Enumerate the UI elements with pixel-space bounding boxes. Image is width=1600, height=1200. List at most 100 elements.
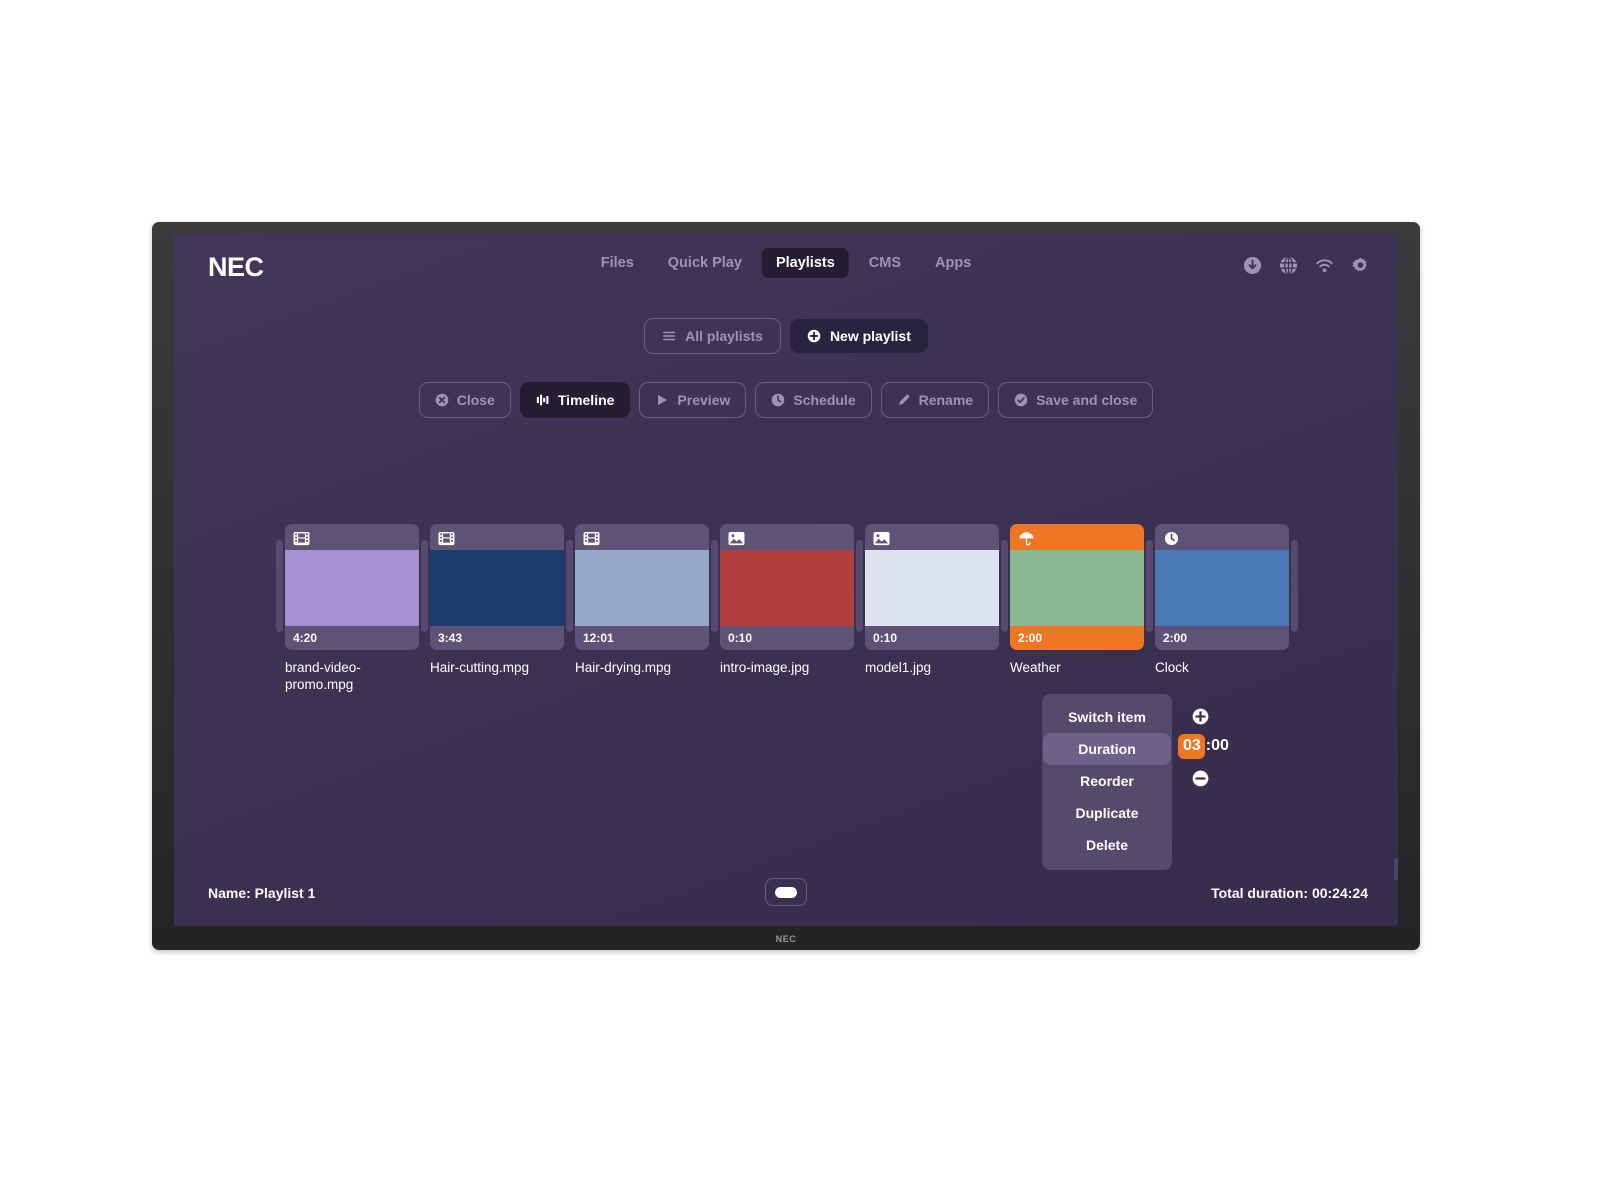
ctx-duplicate[interactable]: Duplicate [1043, 797, 1171, 829]
timeline-item-label: Hair-cutting.mpg [430, 660, 530, 675]
item-context-menu: Switch item Duration Reorder Duplicate D… [1042, 694, 1172, 870]
nav-item-quick-play[interactable]: Quick Play [654, 248, 756, 278]
duration-minutes-seconds: :00 [1205, 736, 1229, 754]
duration-hours[interactable]: 03 [1178, 733, 1205, 759]
timeline-drag-handle[interactable] [711, 540, 718, 632]
playlist-timeline: 4:20 brand-video-promo.mpg 3:43 Hair-cuttin… [276, 524, 1298, 693]
plus-circle-icon[interactable] [1192, 708, 1209, 725]
pencil-icon [898, 394, 910, 405]
film-icon [438, 531, 455, 546]
timeline-item-card[interactable]: 12:01 [575, 524, 709, 650]
timeline-item-label: model1.jpg [865, 660, 932, 675]
timeline-drag-handle[interactable] [276, 540, 283, 632]
nec-logo: NEC [208, 252, 264, 282]
hamburger-icon [663, 331, 676, 341]
timeline-item-label: Clock [1155, 660, 1189, 675]
timeline-item[interactable]: 4:20 brand-video-promo.mpg [285, 524, 419, 693]
timeline-button[interactable]: Timeline [519, 382, 631, 418]
timeline-item-card[interactable]: 4:20 [285, 524, 419, 650]
schedule-button[interactable]: Schedule [755, 382, 872, 418]
close-button[interactable]: Close [418, 382, 511, 418]
close-circle-icon [435, 393, 449, 407]
rename-label: Rename [918, 392, 974, 408]
timeline-item-card[interactable]: 0:10 [865, 524, 999, 650]
nav-item-playlists[interactable]: Playlists [761, 248, 849, 278]
timeline-item[interactable]: 3:43 Hair-cutting.mpg [430, 524, 564, 676]
timeline-icon [536, 394, 549, 406]
umbrella-icon [1018, 531, 1035, 546]
new-playlist-label: New playlist [829, 328, 911, 344]
timeline-item[interactable]: 2:00 Weather [1010, 524, 1144, 676]
timeline-item-duration: 12:01 [583, 631, 614, 645]
download-icon[interactable] [1243, 256, 1262, 275]
rename-button[interactable]: Rename [880, 382, 990, 418]
timeline-drag-handle[interactable] [1291, 540, 1298, 632]
pill-core-icon [775, 886, 797, 898]
preview-label: Preview [677, 392, 731, 408]
save-and-close-label: Save and close [1036, 392, 1138, 408]
timeline-item[interactable]: 2:00 Clock [1155, 524, 1289, 676]
timeline-item-label: intro-image.jpg [720, 660, 810, 675]
timeline-item-thumbnail [285, 550, 419, 626]
nav-item-files[interactable]: Files [587, 248, 648, 278]
timeline-label: Timeline [557, 392, 615, 408]
nec-display-chassis: NEC Files Quick Play Playlists CMS Apps [152, 222, 1420, 950]
timeline-item-label: Weather [1010, 660, 1061, 675]
status-icons [1243, 256, 1370, 275]
clock-icon [772, 393, 785, 407]
minus-circle-icon[interactable] [1192, 770, 1209, 787]
duration-value[interactable]: 03:00 [1178, 733, 1233, 759]
timeline-item[interactable]: 0:10 model1.jpg [865, 524, 999, 676]
top-navigation-bar: NEC Files Quick Play Playlists CMS Apps [174, 234, 1398, 296]
save-and-close-button[interactable]: Save and close [998, 382, 1154, 418]
check-circle-icon [1014, 393, 1028, 407]
timeline-item-thumbnail [865, 550, 999, 626]
nav-item-apps[interactable]: Apps [921, 248, 985, 278]
timeline-drag-handle[interactable] [1001, 540, 1008, 632]
film-icon [293, 531, 310, 546]
timeline-drag-handle[interactable] [1146, 540, 1153, 632]
all-playlists-button[interactable]: All playlists [644, 318, 781, 354]
timeline-drag-handle[interactable] [566, 540, 573, 632]
home-pill-button[interactable] [765, 878, 807, 906]
timeline-item-thumbnail [720, 550, 854, 626]
screenshot-root: NEC Files Quick Play Playlists CMS Apps [0, 0, 1600, 1200]
timeline-item[interactable]: 0:10 intro-image.jpg [720, 524, 854, 676]
timeline-item-duration: 0:10 [873, 631, 898, 645]
timeline-item-card[interactable]: 3:43 [430, 524, 564, 650]
timeline-item-duration: 2:00 [1163, 631, 1188, 645]
plus-circle-icon [807, 329, 821, 343]
timeline-item[interactable]: 12:01 Hair-drying.mpg [575, 524, 709, 676]
timeline-drag-handle[interactable] [421, 540, 428, 632]
display-screen: NEC Files Quick Play Playlists CMS Apps [174, 234, 1398, 926]
gear-icon[interactable] [1351, 256, 1370, 275]
power-led-indicator [1394, 858, 1398, 880]
ctx-duration[interactable]: Duration [1043, 733, 1171, 765]
timeline-item-label: Hair-drying.mpg [575, 660, 672, 675]
timeline-item-thumbnail [1010, 550, 1144, 626]
bezel-nec-logo: NEC [775, 934, 797, 944]
wifi-icon[interactable] [1315, 256, 1334, 275]
timeline-item-duration: 3:43 [438, 631, 463, 645]
main-nav: Files Quick Play Playlists CMS Apps [587, 248, 986, 278]
image-icon [873, 531, 890, 546]
ctx-switch-item[interactable]: Switch item [1043, 701, 1171, 733]
all-playlists-label: All playlists [685, 328, 763, 344]
timeline-item-card[interactable]: 0:10 [720, 524, 854, 650]
nav-item-cms[interactable]: CMS [855, 248, 915, 278]
timeline-item-card[interactable]: 2:00 [1155, 524, 1289, 650]
new-playlist-button[interactable]: New playlist [789, 319, 928, 353]
timeline-item-duration: 4:20 [293, 631, 318, 645]
timeline-item-thumbnail [575, 550, 709, 626]
globe-icon[interactable] [1279, 256, 1298, 275]
close-label: Close [456, 392, 495, 408]
timeline-item-card[interactable]: 2:00 [1010, 524, 1144, 650]
ctx-reorder[interactable]: Reorder [1043, 765, 1171, 797]
preview-button[interactable]: Preview [639, 382, 747, 418]
ctx-delete[interactable]: Delete [1043, 829, 1171, 861]
status-bar: Name: Playlist 1 Total duration: 00:24:2… [174, 878, 1398, 912]
timeline-item-thumbnail [430, 550, 564, 626]
image-icon [728, 531, 745, 546]
timeline-item-duration: 0:10 [728, 631, 753, 645]
timeline-drag-handle[interactable] [856, 540, 863, 632]
